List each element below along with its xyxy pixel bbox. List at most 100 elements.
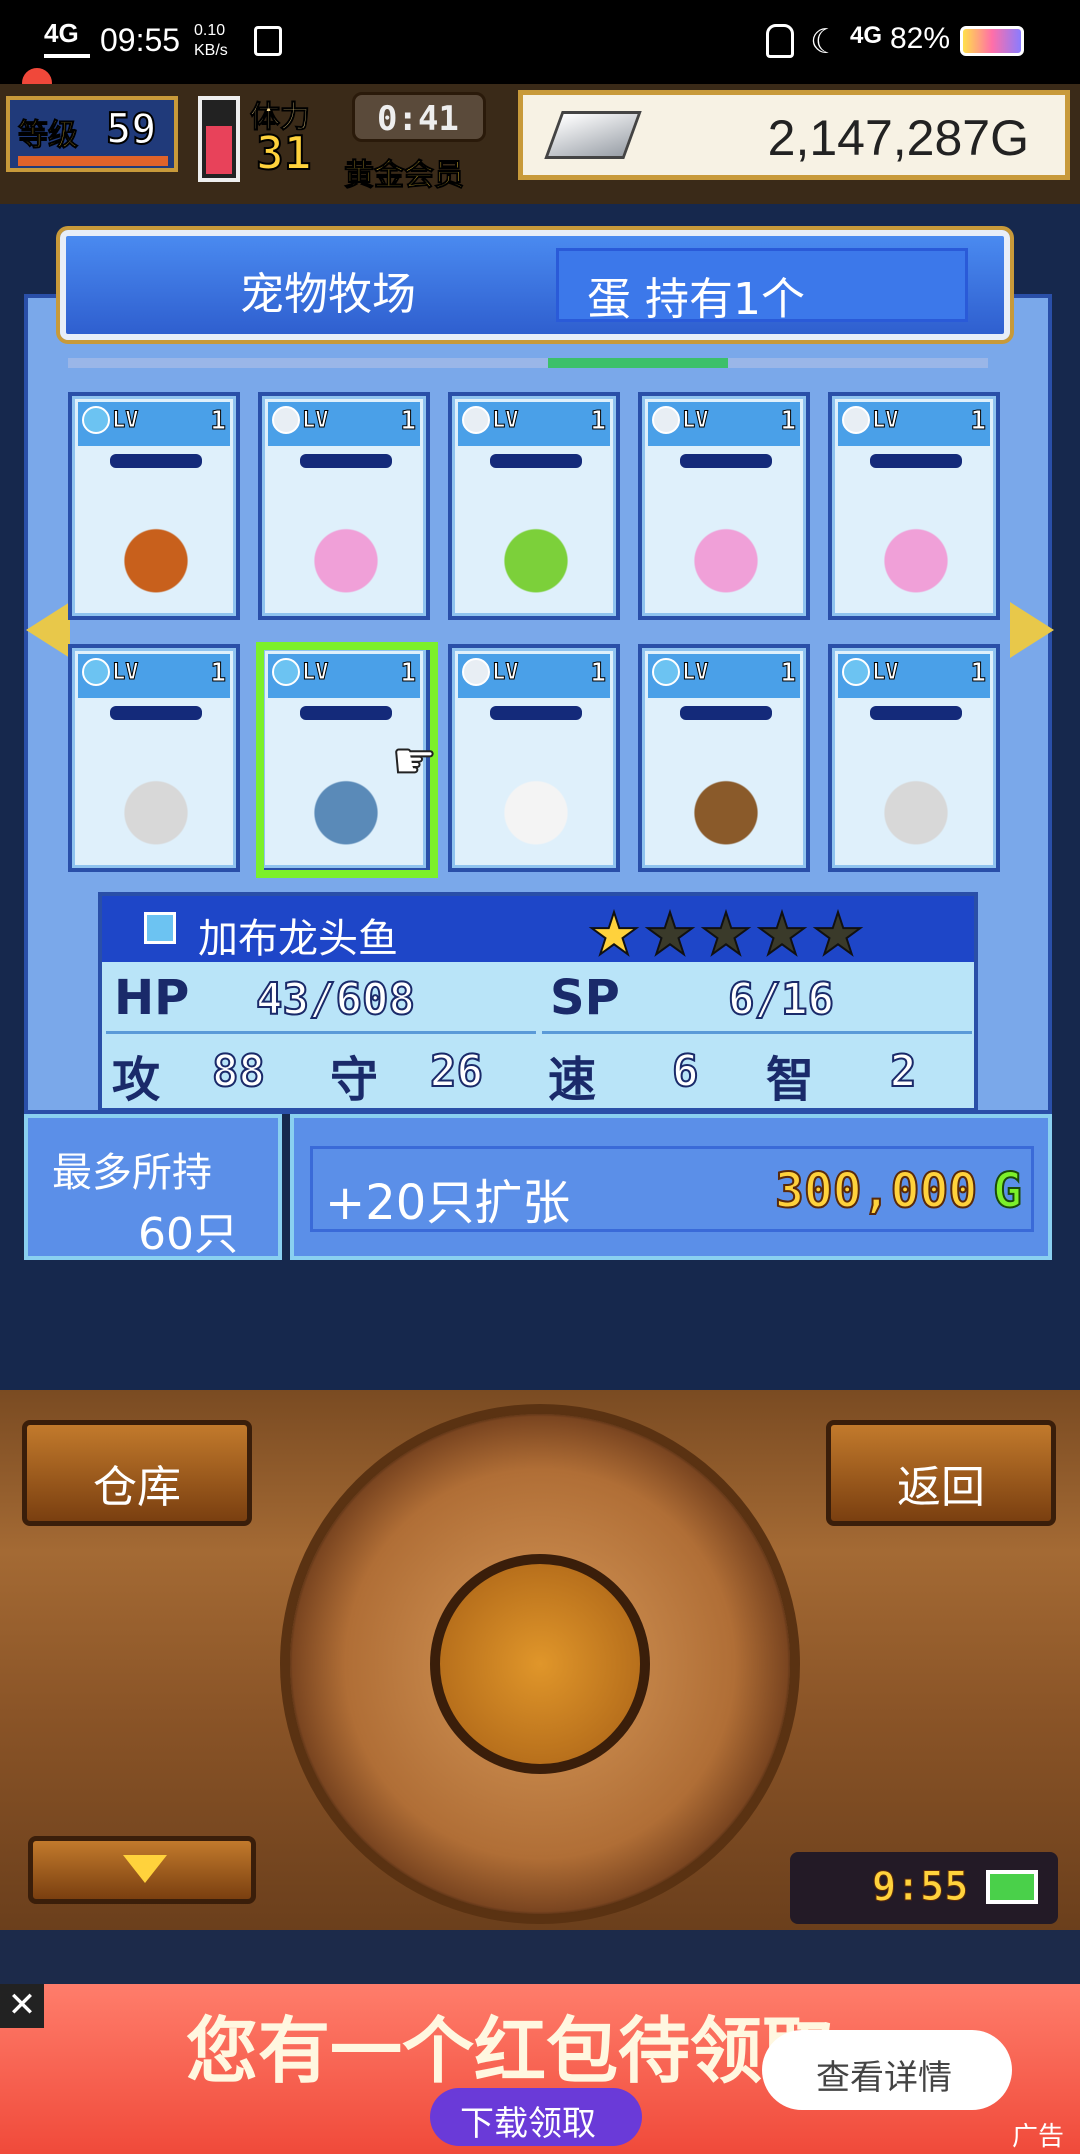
pink-rabbit-pet-icon xyxy=(872,508,960,596)
pet-card[interactable]: LV 1 xyxy=(448,392,620,620)
ad-download-label: 下载领取 xyxy=(460,2104,596,2144)
pet-level: 1 xyxy=(590,406,607,437)
blue-gem-icon xyxy=(842,658,870,686)
next-page-arrow-icon[interactable] xyxy=(1010,602,1054,658)
pet-hp-bar xyxy=(490,706,582,720)
fuzzball-pet-icon xyxy=(112,760,200,848)
capacity-value: 60只 xyxy=(138,1209,238,1260)
white-gem-icon xyxy=(462,658,490,686)
warehouse-label: 仓库 xyxy=(93,1462,181,1513)
blue-gem-icon xyxy=(144,912,176,944)
status-bar: 4G 09:55 0.10 KB/s ☾ 4G 82% xyxy=(0,0,1080,98)
capacity-label: 最多所持 xyxy=(52,1150,212,1196)
hp-label: HP xyxy=(114,970,190,1026)
game-hud: 等级 59 体力 31 0:41 黄金会员 2,147,287G ⚓ 350 1… xyxy=(0,84,1080,266)
pet-name: 加布龙头鱼 xyxy=(198,916,398,962)
pet-card[interactable]: LV 1 xyxy=(448,644,620,872)
status-time: 09:55 xyxy=(100,22,181,58)
menu-down-button[interactable] xyxy=(28,1836,256,1904)
back-label: 返回 xyxy=(897,1462,985,1513)
ranch-title: 宠物牧场 xyxy=(240,269,416,320)
white-gem-icon xyxy=(652,406,680,434)
pet-card[interactable]: LV 1 xyxy=(68,392,240,620)
star-filled-icon: ★ xyxy=(587,899,641,969)
exp-bar xyxy=(18,156,168,166)
atk-label: 攻 xyxy=(112,1052,161,1108)
spd-cell: 速 6 xyxy=(542,1038,754,1108)
pet-lv-label: LV xyxy=(112,660,139,686)
dpad[interactable] xyxy=(290,1414,790,1914)
pet-level: 1 xyxy=(210,658,227,689)
controller-panel: 仓库 返回 9:55 xyxy=(0,1390,1080,1930)
rarity-stars: ★★★★★ xyxy=(587,899,868,969)
back-button[interactable]: 返回 xyxy=(826,1420,1056,1526)
moon-icon: ☾ xyxy=(810,23,841,61)
member-label: 黄金会员 xyxy=(344,158,465,194)
white-gem-icon xyxy=(842,406,870,434)
silver-bar-icon xyxy=(544,111,642,159)
egg-count-box[interactable]: 蛋 持有1个 xyxy=(556,248,968,325)
pet-lv-label: LV xyxy=(682,408,709,434)
white-gem-icon xyxy=(272,406,300,434)
stamina-gauge xyxy=(198,96,240,182)
pink-rabbit-pet-icon xyxy=(682,508,770,596)
down-arrow-icon xyxy=(123,1855,167,1883)
def-cell: 守 26 xyxy=(324,1038,536,1108)
stamina-value: 31 xyxy=(255,125,312,181)
spd-value: 6 xyxy=(671,1045,699,1098)
star-empty-icon: ★ xyxy=(755,899,809,969)
expand-button[interactable]: +20只扩张 300,000 G xyxy=(290,1114,1052,1260)
pet-hp-bar xyxy=(870,706,962,720)
pet-level: 1 xyxy=(210,406,227,437)
expand-label: +20只扩张 xyxy=(325,1175,571,1231)
ad-details-label: 查看详情 xyxy=(816,2058,952,2098)
pet-card[interactable]: LV 1 xyxy=(828,392,1000,620)
white-gem-icon xyxy=(462,406,490,434)
blue-gem-icon xyxy=(652,658,680,686)
stamina-fill xyxy=(206,126,232,174)
hand-pointer-icon: ☛ xyxy=(391,731,438,791)
ad-banner[interactable]: ✕ 您有一个红包待领取> 下载领取 查看详情 广告 xyxy=(0,1984,1080,2154)
level-value: 59 xyxy=(105,103,158,154)
ranch-title-bar: 宠物牧场 蛋 持有1个 xyxy=(60,230,1010,340)
dpad-center-button[interactable] xyxy=(430,1554,650,1774)
warehouse-button[interactable]: 仓库 xyxy=(22,1420,252,1526)
pink-rabbit-pet-icon xyxy=(302,508,390,596)
cone-mole-pet-icon xyxy=(682,760,770,848)
mute-bell-icon xyxy=(766,24,794,58)
white-cat-pet-icon xyxy=(492,760,580,848)
octopus-pet-icon xyxy=(112,508,200,596)
gold-panel: 2,147,287G xyxy=(518,90,1070,180)
pet-level: 1 xyxy=(780,658,797,689)
spacer xyxy=(0,1930,1080,1984)
expand-currency: G xyxy=(992,1162,1023,1220)
pet-hp-bar xyxy=(680,706,772,720)
def-value: 26 xyxy=(429,1045,484,1098)
pet-hp-bar xyxy=(680,454,772,468)
sp-value: 6/16 xyxy=(727,973,835,1026)
pet-card[interactable]: LV 1 xyxy=(258,392,430,620)
pet-card[interactable]: LV 1 xyxy=(828,644,1000,872)
ad-details-button[interactable]: 查看详情 xyxy=(762,2030,1012,2110)
battery-percent: 82% xyxy=(890,22,951,55)
hp-cell: HP 43/608 xyxy=(106,968,536,1034)
int-value: 2 xyxy=(889,1045,917,1098)
pet-level: 1 xyxy=(970,658,987,689)
pet-name-bar: 加布龙头鱼 ★★★★★ xyxy=(102,896,974,969)
speed-value: 0.10 xyxy=(194,22,226,39)
expand-price: 300,000 xyxy=(774,1162,978,1220)
pet-hp-bar xyxy=(490,454,582,468)
ad-close-icon[interactable]: ✕ xyxy=(0,1984,44,2028)
pet-lv-label: LV xyxy=(492,660,519,686)
blue-gem-icon xyxy=(82,406,110,434)
speed-unit: KB/s xyxy=(194,42,228,59)
pet-card[interactable]: LV 1 xyxy=(638,392,810,620)
clock-panel: 9:55 xyxy=(790,1852,1058,1924)
page-indicator-active xyxy=(548,358,728,368)
ad-download-button[interactable]: 下载领取 xyxy=(430,2088,642,2146)
pet-card[interactable]: LV 1 xyxy=(638,644,810,872)
green-slime-pet-icon xyxy=(492,508,580,596)
pet-card[interactable]: LV 1 xyxy=(68,644,240,872)
pet-hp-bar xyxy=(110,706,202,720)
prev-page-arrow-icon[interactable] xyxy=(26,602,70,658)
